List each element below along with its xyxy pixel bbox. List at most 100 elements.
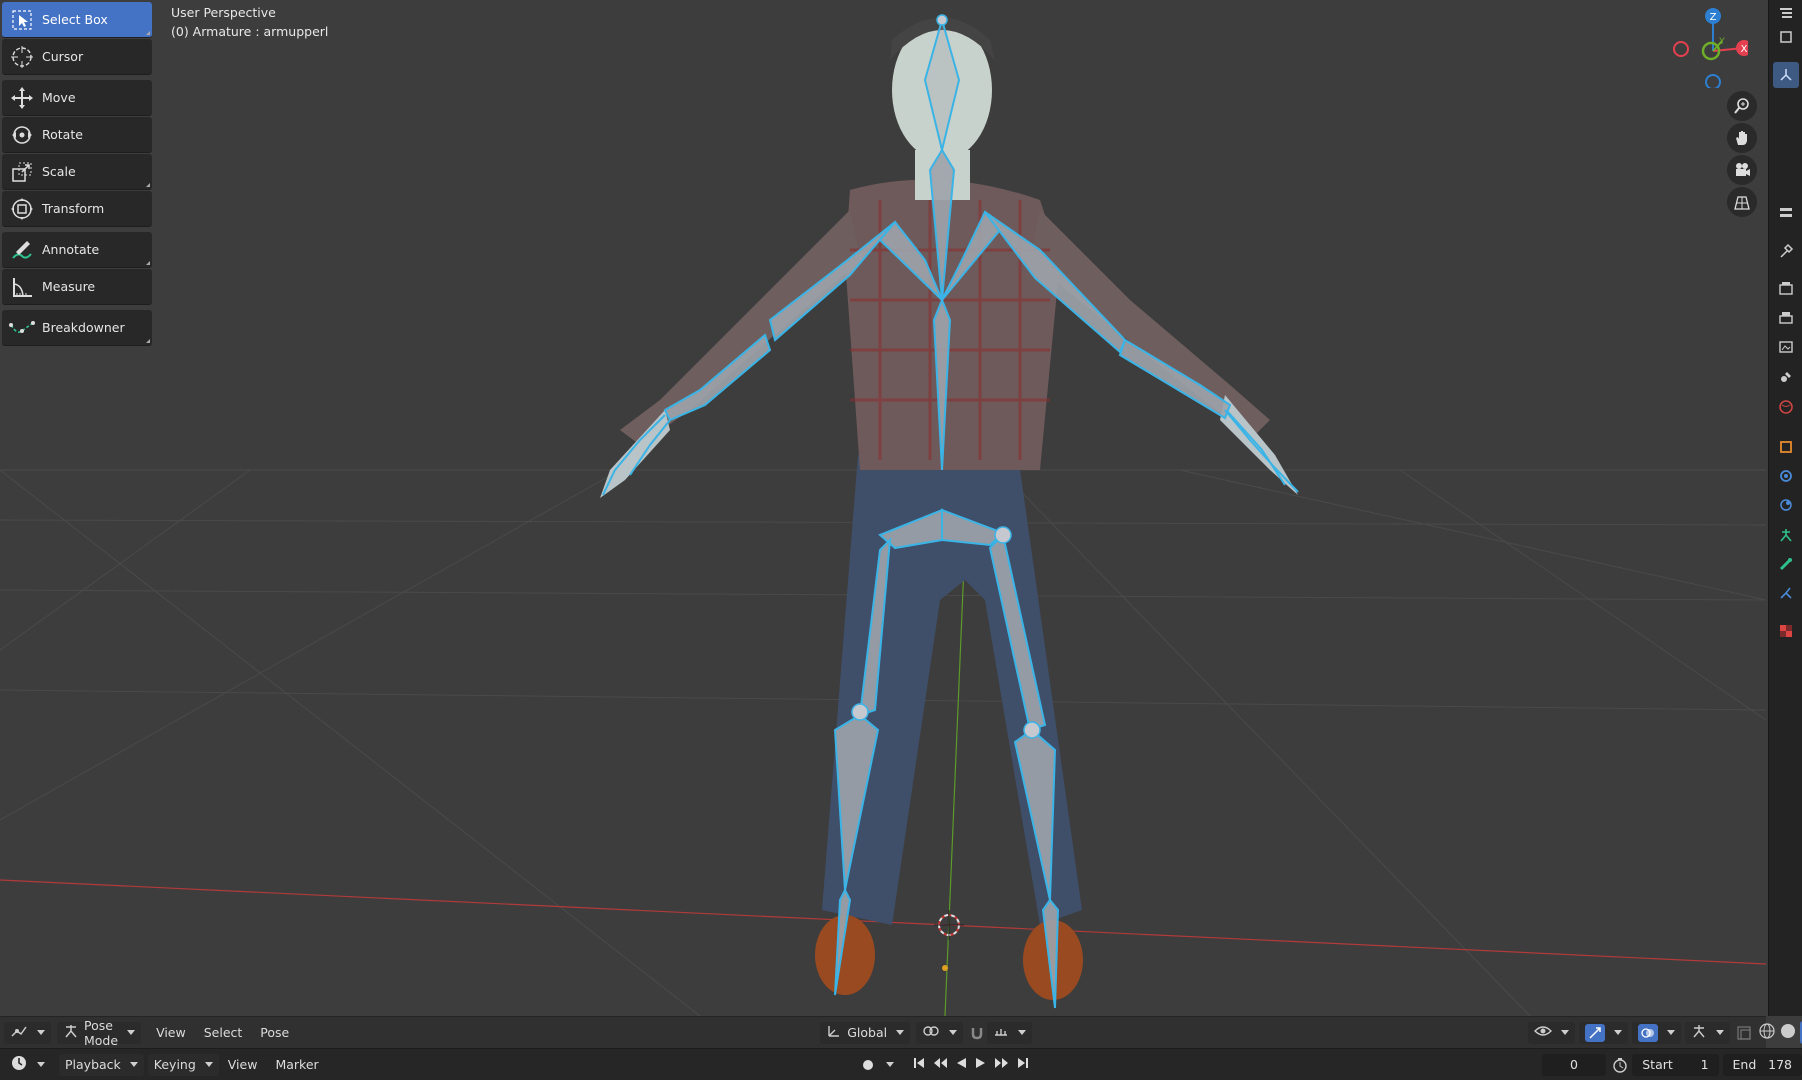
annotate-icon: [2, 232, 42, 268]
menu-select[interactable]: Select: [195, 1022, 252, 1044]
bone-constraints-icon[interactable]: [1773, 580, 1799, 606]
tool-label: Move: [42, 90, 76, 105]
tool-breakdowner[interactable]: Breakdowner: [2, 310, 152, 346]
editor-type-icon: [10, 1023, 28, 1042]
menu-view[interactable]: View: [147, 1022, 195, 1044]
gizmo-toggle[interactable]: [1579, 1021, 1629, 1044]
record-icon[interactable]: [856, 1058, 880, 1072]
wireframe-shading-icon[interactable]: [1758, 1022, 1776, 1043]
collection-icon[interactable]: [1773, 24, 1799, 50]
armature-data-icon-outliner[interactable]: [1773, 62, 1799, 88]
modifiers-icon[interactable]: [1773, 463, 1799, 489]
preview-range-icon[interactable]: [1612, 1054, 1628, 1076]
menu-pose[interactable]: Pose: [251, 1022, 298, 1044]
pivot-point-selector[interactable]: [916, 1021, 964, 1044]
scene-icon[interactable]: [1773, 364, 1799, 390]
autokey-group: [856, 1054, 894, 1076]
clock-icon: [10, 1054, 28, 1075]
tool-label: Select Box: [42, 12, 108, 27]
visibility-selector[interactable]: [1528, 1021, 1576, 1044]
play-icon[interactable]: [974, 1056, 988, 1073]
tool-group-transform: Move Rotate Scale Transform: [2, 80, 152, 227]
mode-selector[interactable]: Pose Mode: [57, 1018, 142, 1048]
view-layer-icon[interactable]: [1773, 334, 1799, 360]
tool-settings-icon[interactable]: [1773, 238, 1799, 264]
tool-rotate[interactable]: Rotate: [2, 117, 152, 153]
xray-toggle-icon[interactable]: [1736, 1022, 1752, 1044]
eye-icon: [1534, 1024, 1553, 1041]
measure-icon: [2, 269, 42, 305]
pose-mode-icon: [63, 1023, 79, 1042]
scene-canvas[interactable]: [0, 0, 1766, 1016]
physics-icon[interactable]: [1773, 492, 1799, 518]
armature[interactable]: [663, 16, 1232, 1009]
overlays-icon: [1638, 1023, 1659, 1042]
armature-data-icon[interactable]: [1773, 522, 1799, 548]
playback-controls: [912, 1054, 1030, 1076]
viewport-header: Pose Mode View Select Pose Global: [0, 1016, 1802, 1048]
navigation-gizmo[interactable]: Z X Y: [1664, 4, 1748, 88]
tool-scale[interactable]: Scale: [2, 154, 152, 190]
marker-menu[interactable]: Marker: [266, 1054, 327, 1076]
tool-label: Scale: [42, 164, 76, 179]
next-keyframe-icon[interactable]: [994, 1056, 1010, 1073]
bone-icon[interactable]: [1773, 551, 1799, 577]
tool-cursor[interactable]: Cursor: [2, 39, 152, 75]
keying-menu[interactable]: Keying: [147, 1053, 219, 1076]
tool-select-box[interactable]: Select Box: [2, 2, 152, 38]
texture-icon[interactable]: [1773, 618, 1799, 644]
object-icon[interactable]: [1773, 434, 1799, 460]
tool-annotate[interactable]: Annotate: [2, 232, 152, 268]
end-frame-field[interactable]: End 178: [1722, 1053, 1802, 1076]
cursor-icon: [2, 39, 42, 75]
gizmo-neg-x: [1673, 41, 1689, 57]
end-label: End: [1732, 1057, 1757, 1072]
svg-text:Y: Y: [1718, 37, 1725, 47]
ortho-grid-icon[interactable]: [1727, 187, 1757, 217]
overlays-toggle[interactable]: [1632, 1021, 1682, 1044]
mode-label: Pose Mode: [84, 1017, 119, 1048]
render-icon[interactable]: [1773, 275, 1799, 301]
tool-group-annotate: Annotate Measure: [2, 232, 152, 305]
keying-label: Keying: [153, 1057, 196, 1072]
tool-move[interactable]: Move: [2, 80, 152, 116]
tool-label: Rotate: [42, 127, 83, 142]
gizmo-icon: [1585, 1023, 1606, 1042]
tool-transform[interactable]: Transform: [2, 191, 152, 227]
playback-menu[interactable]: Playback: [59, 1053, 144, 1076]
start-label: Start: [1642, 1057, 1673, 1072]
orientation-label: Global: [847, 1025, 888, 1040]
origin-point: [942, 965, 948, 971]
properties-menu-icon[interactable]: [1773, 200, 1799, 226]
timeline-editor-type[interactable]: [4, 1054, 51, 1076]
breakdowner-icon: [2, 310, 42, 346]
3d-viewport[interactable]: User Perspective (0) Armature : armupper…: [0, 0, 1766, 1016]
transform-icon: [2, 191, 42, 227]
pan-hand-icon[interactable]: [1727, 123, 1757, 153]
outliner-filter-icon[interactable]: [1773, 0, 1799, 26]
world-icon[interactable]: [1773, 394, 1799, 420]
zoom-icon[interactable]: [1727, 91, 1757, 121]
properties-tab-strip: [1768, 0, 1802, 1016]
play-reverse-icon[interactable]: [954, 1056, 968, 1073]
armature-overlay-icon: [1691, 1023, 1707, 1042]
orientation-icon: [826, 1023, 842, 1042]
tool-group-pose: Breakdowner: [2, 310, 152, 346]
autokey-dropdown-caret[interactable]: [885, 1062, 894, 1067]
prev-keyframe-icon[interactable]: [932, 1056, 948, 1073]
editor-type-selector[interactable]: [4, 1021, 51, 1044]
timeline-view-menu[interactable]: View: [219, 1054, 267, 1076]
bone-overlay-selector[interactable]: [1685, 1021, 1731, 1044]
jump-end-icon[interactable]: [1016, 1056, 1030, 1073]
snap-toggle-icon[interactable]: [969, 1022, 985, 1044]
3d-cursor[interactable]: [934, 910, 964, 940]
tool-measure[interactable]: Measure: [2, 269, 152, 305]
output-icon[interactable]: [1773, 305, 1799, 331]
current-frame-field[interactable]: 0: [1541, 1053, 1607, 1076]
start-frame-field[interactable]: Start 1: [1632, 1053, 1719, 1076]
snap-target-selector[interactable]: [987, 1021, 1033, 1044]
transform-orientation-selector[interactable]: Global: [820, 1021, 911, 1044]
solid-shading-icon[interactable]: [1779, 1022, 1797, 1043]
jump-start-icon[interactable]: [912, 1056, 926, 1073]
camera-view-icon[interactable]: [1727, 155, 1757, 185]
